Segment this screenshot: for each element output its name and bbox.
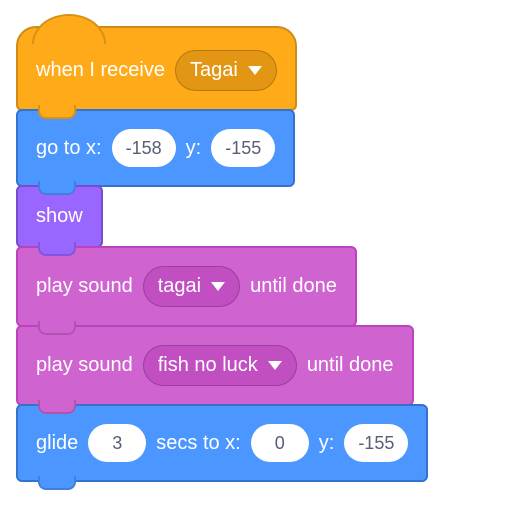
block-label: y: xyxy=(186,137,202,160)
block-label: glide xyxy=(36,432,78,455)
sound-dropdown[interactable]: fish no luck xyxy=(143,345,297,386)
y-input[interactable]: -155 xyxy=(344,424,408,462)
secs-input[interactable]: 3 xyxy=(88,424,146,462)
block-label: play sound xyxy=(36,275,133,298)
message-dropdown[interactable]: Tagai xyxy=(175,50,277,91)
block-label: when I receive xyxy=(36,59,165,82)
play-sound-until-done-block[interactable]: play sound tagai until done xyxy=(16,246,357,327)
x-input[interactable]: -158 xyxy=(112,129,176,167)
when-i-receive-block[interactable]: when I receive Tagai xyxy=(16,26,297,111)
dropdown-value: tagai xyxy=(158,275,201,298)
block-label: y: xyxy=(319,432,335,455)
x-input[interactable]: 0 xyxy=(251,424,309,462)
block-label: until done xyxy=(307,354,394,377)
go-to-xy-block[interactable]: go to x: -158 y: -155 xyxy=(16,109,295,187)
block-label: play sound xyxy=(36,354,133,377)
block-label: until done xyxy=(250,275,337,298)
block-label: go to x: xyxy=(36,137,102,160)
scratch-script: when I receive Tagai go to x: -158 y: -1… xyxy=(16,16,490,482)
chevron-down-icon xyxy=(211,282,225,291)
block-label: show xyxy=(36,205,83,228)
glide-to-xy-block[interactable]: glide 3 secs to x: 0 y: -155 xyxy=(16,404,428,482)
sound-dropdown[interactable]: tagai xyxy=(143,266,240,307)
chevron-down-icon xyxy=(268,361,282,370)
chevron-down-icon xyxy=(248,66,262,75)
dropdown-value: Tagai xyxy=(190,59,238,82)
play-sound-until-done-block[interactable]: play sound fish no luck until done xyxy=(16,325,414,406)
block-label: secs to x: xyxy=(156,432,240,455)
dropdown-value: fish no luck xyxy=(158,354,258,377)
y-input[interactable]: -155 xyxy=(211,129,275,167)
